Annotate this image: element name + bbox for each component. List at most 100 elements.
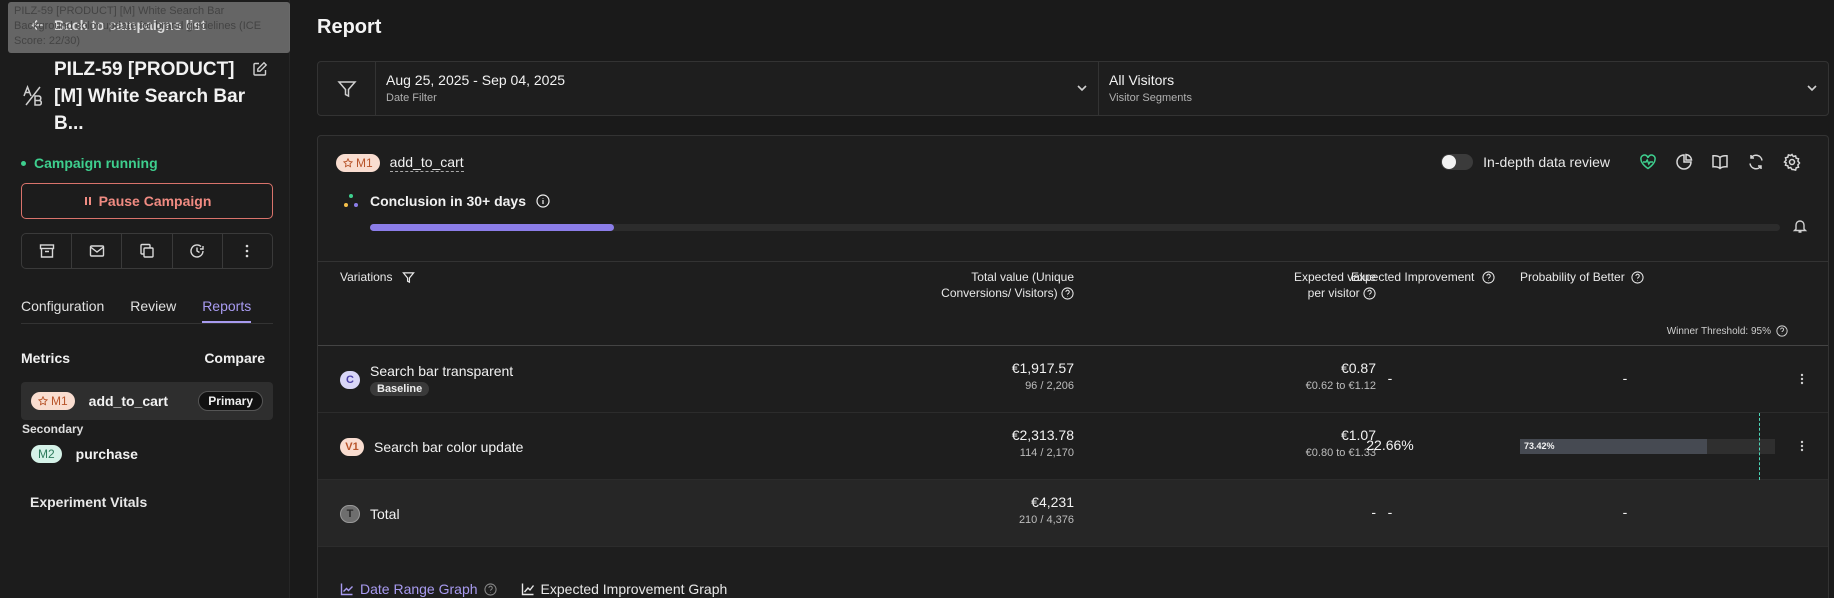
help-icon[interactable] bbox=[1631, 270, 1644, 284]
mail-icon[interactable] bbox=[72, 234, 123, 268]
table-total-row: T Total €4,231 210 / 4,376 - - - bbox=[318, 480, 1828, 547]
report-tools: In-depth data review bbox=[1441, 153, 1810, 171]
line-chart-icon bbox=[340, 583, 353, 596]
date-range-graph-label: Date Range Graph bbox=[360, 581, 478, 597]
conclusion-progress-bar bbox=[370, 224, 1780, 231]
pause-campaign-button[interactable]: Pause Campaign bbox=[21, 183, 273, 219]
in-depth-label: In-depth data review bbox=[1483, 154, 1610, 170]
filter-bar: Aug 25, 2025 - Sep 04, 2025 Date Filter … bbox=[317, 61, 1829, 116]
improvement-value: - bbox=[1387, 370, 1393, 386]
goal-badge-label: M1 bbox=[356, 156, 373, 170]
variation-badge: T bbox=[340, 504, 360, 523]
table-header: Variations Total value (Unique Conversio… bbox=[318, 262, 1828, 346]
schedule-icon[interactable] bbox=[173, 234, 223, 268]
archive-icon[interactable] bbox=[22, 234, 73, 268]
variation-cell: V1 Search bar color update bbox=[340, 413, 523, 480]
pie-chart-icon[interactable] bbox=[1666, 153, 1702, 171]
info-icon[interactable] bbox=[536, 194, 550, 208]
in-depth-toggle[interactable] bbox=[1441, 154, 1474, 170]
help-icon[interactable] bbox=[1482, 270, 1495, 284]
conversions-visitors: 114 / 2,170 bbox=[1019, 447, 1074, 459]
status-label: Campaign running bbox=[34, 155, 158, 171]
graph-links: Date Range Graph Expected Improvement Gr… bbox=[340, 581, 727, 597]
metric-name: add_to_cart bbox=[88, 393, 169, 409]
star-icon bbox=[343, 158, 353, 168]
date-filter-label: Date Filter bbox=[386, 92, 437, 104]
edit-icon[interactable] bbox=[252, 61, 268, 77]
total-value: €4,231 bbox=[1031, 494, 1074, 510]
pause-label: Pause Campaign bbox=[98, 193, 212, 209]
heart-pulse-icon[interactable] bbox=[1630, 153, 1666, 171]
goal-header: M1 add_to_cart bbox=[336, 154, 464, 172]
experiment-vitals-link[interactable]: Experiment Vitals bbox=[30, 494, 147, 510]
more-vertical-icon[interactable] bbox=[1796, 439, 1808, 453]
campaign-status: Campaign running bbox=[21, 155, 158, 171]
results-table: Variations Total value (Unique Conversio… bbox=[318, 261, 1828, 547]
total-value: €2,313.78 bbox=[1011, 427, 1074, 443]
dots-status-icon bbox=[344, 194, 358, 207]
expected-improvement-graph-link[interactable]: Expected Improvement Graph bbox=[521, 581, 727, 597]
gear-icon[interactable] bbox=[1774, 153, 1810, 171]
metrics-label: Metrics bbox=[21, 350, 71, 366]
filter-icon[interactable] bbox=[402, 271, 416, 284]
col-variations-label: Variations bbox=[340, 270, 393, 284]
variation-badge: C bbox=[340, 370, 360, 389]
segment-filter-dropdown[interactable]: All Visitors Visitor Segments bbox=[1099, 62, 1828, 115]
baseline-badge: Baseline bbox=[370, 382, 430, 396]
tab-configuration[interactable]: Configuration bbox=[21, 296, 104, 323]
more-vertical-icon[interactable] bbox=[223, 234, 272, 268]
tab-reports[interactable]: Reports bbox=[202, 296, 252, 323]
metric-item-purchase[interactable]: M2 purchase bbox=[31, 445, 138, 463]
star-icon bbox=[38, 396, 48, 406]
page-title: Report bbox=[317, 16, 382, 38]
secondary-label: Secondary bbox=[22, 422, 84, 436]
total-value-cell: €4,231 210 / 4,376 bbox=[1019, 494, 1074, 526]
date-filter-dropdown[interactable]: Aug 25, 2025 - Sep 04, 2025 Date Filter bbox=[376, 62, 1099, 115]
bell-icon[interactable] bbox=[1792, 218, 1808, 234]
winner-threshold-line bbox=[1759, 413, 1760, 480]
more-vertical-icon[interactable] bbox=[1796, 372, 1808, 386]
winner-threshold-label: Winner Threshold: 95% bbox=[1666, 325, 1771, 337]
report-panel: M1 add_to_cart In-depth data review Conc… bbox=[317, 135, 1829, 598]
total-value-cell: €2,313.78 114 / 2,170 bbox=[1012, 427, 1074, 459]
date-range-graph-link[interactable]: Date Range Graph bbox=[340, 581, 497, 597]
winner-threshold: Winner Threshold: 95% bbox=[1667, 325, 1788, 337]
col-total-value: Total value (Unique Conversions/ Visitor… bbox=[924, 269, 1074, 301]
metric-badge: M1 bbox=[31, 392, 75, 410]
variation-name: Total bbox=[370, 505, 400, 522]
sidebar-tabs: Configuration Review Reports bbox=[21, 296, 273, 324]
help-icon[interactable] bbox=[1061, 287, 1074, 300]
date-filter-value: Aug 25, 2025 - Sep 04, 2025 bbox=[386, 72, 566, 88]
compare-button[interactable]: Compare bbox=[204, 350, 265, 366]
goal-badge: M1 bbox=[336, 154, 380, 172]
col-variations: Variations bbox=[340, 269, 416, 285]
refresh-icon[interactable] bbox=[1738, 153, 1774, 171]
campaign-title: PILZ-59 [PRODUCT] [M] White Search Bar B… bbox=[54, 59, 246, 134]
filter-icon[interactable] bbox=[318, 62, 376, 115]
metric-badge-label: M1 bbox=[51, 394, 68, 408]
improvement-value: - bbox=[1387, 504, 1393, 520]
sidebar: Back to campaigns list PILZ-59 [PRODUCT]… bbox=[0, 0, 290, 598]
table-row: V1 Search bar color update €2,313.78 114… bbox=[318, 413, 1828, 480]
conclusion-progress-fill bbox=[370, 224, 614, 231]
probability-fill: 73.42% bbox=[1520, 439, 1708, 454]
chevron-down-icon bbox=[1806, 82, 1818, 94]
duplicate-icon[interactable] bbox=[122, 234, 173, 268]
col-improvement-label: Expected Improvement bbox=[1351, 270, 1475, 284]
conversions-visitors: 96 / 2,206 bbox=[1025, 380, 1074, 392]
goal-name[interactable]: add_to_cart bbox=[389, 154, 464, 172]
metric-item-add-to-cart[interactable]: M1 add_to_cart Primary bbox=[21, 382, 273, 420]
variation-cell: T Total bbox=[340, 480, 400, 547]
book-open-icon[interactable] bbox=[1702, 153, 1738, 171]
help-icon[interactable] bbox=[1363, 287, 1376, 300]
help-icon[interactable] bbox=[1776, 325, 1788, 337]
ab-test-icon bbox=[22, 85, 44, 107]
tab-review[interactable]: Review bbox=[130, 296, 176, 323]
metrics-header: Metrics Compare bbox=[21, 350, 265, 366]
metric-badge: M2 bbox=[31, 445, 62, 463]
improvement-value: 22.66% bbox=[1366, 437, 1414, 453]
pause-icon bbox=[83, 196, 93, 206]
primary-badge: Primary bbox=[198, 391, 263, 411]
help-icon[interactable] bbox=[483, 582, 497, 596]
table-row: C Search bar transparent Baseline €1,917… bbox=[318, 346, 1828, 413]
